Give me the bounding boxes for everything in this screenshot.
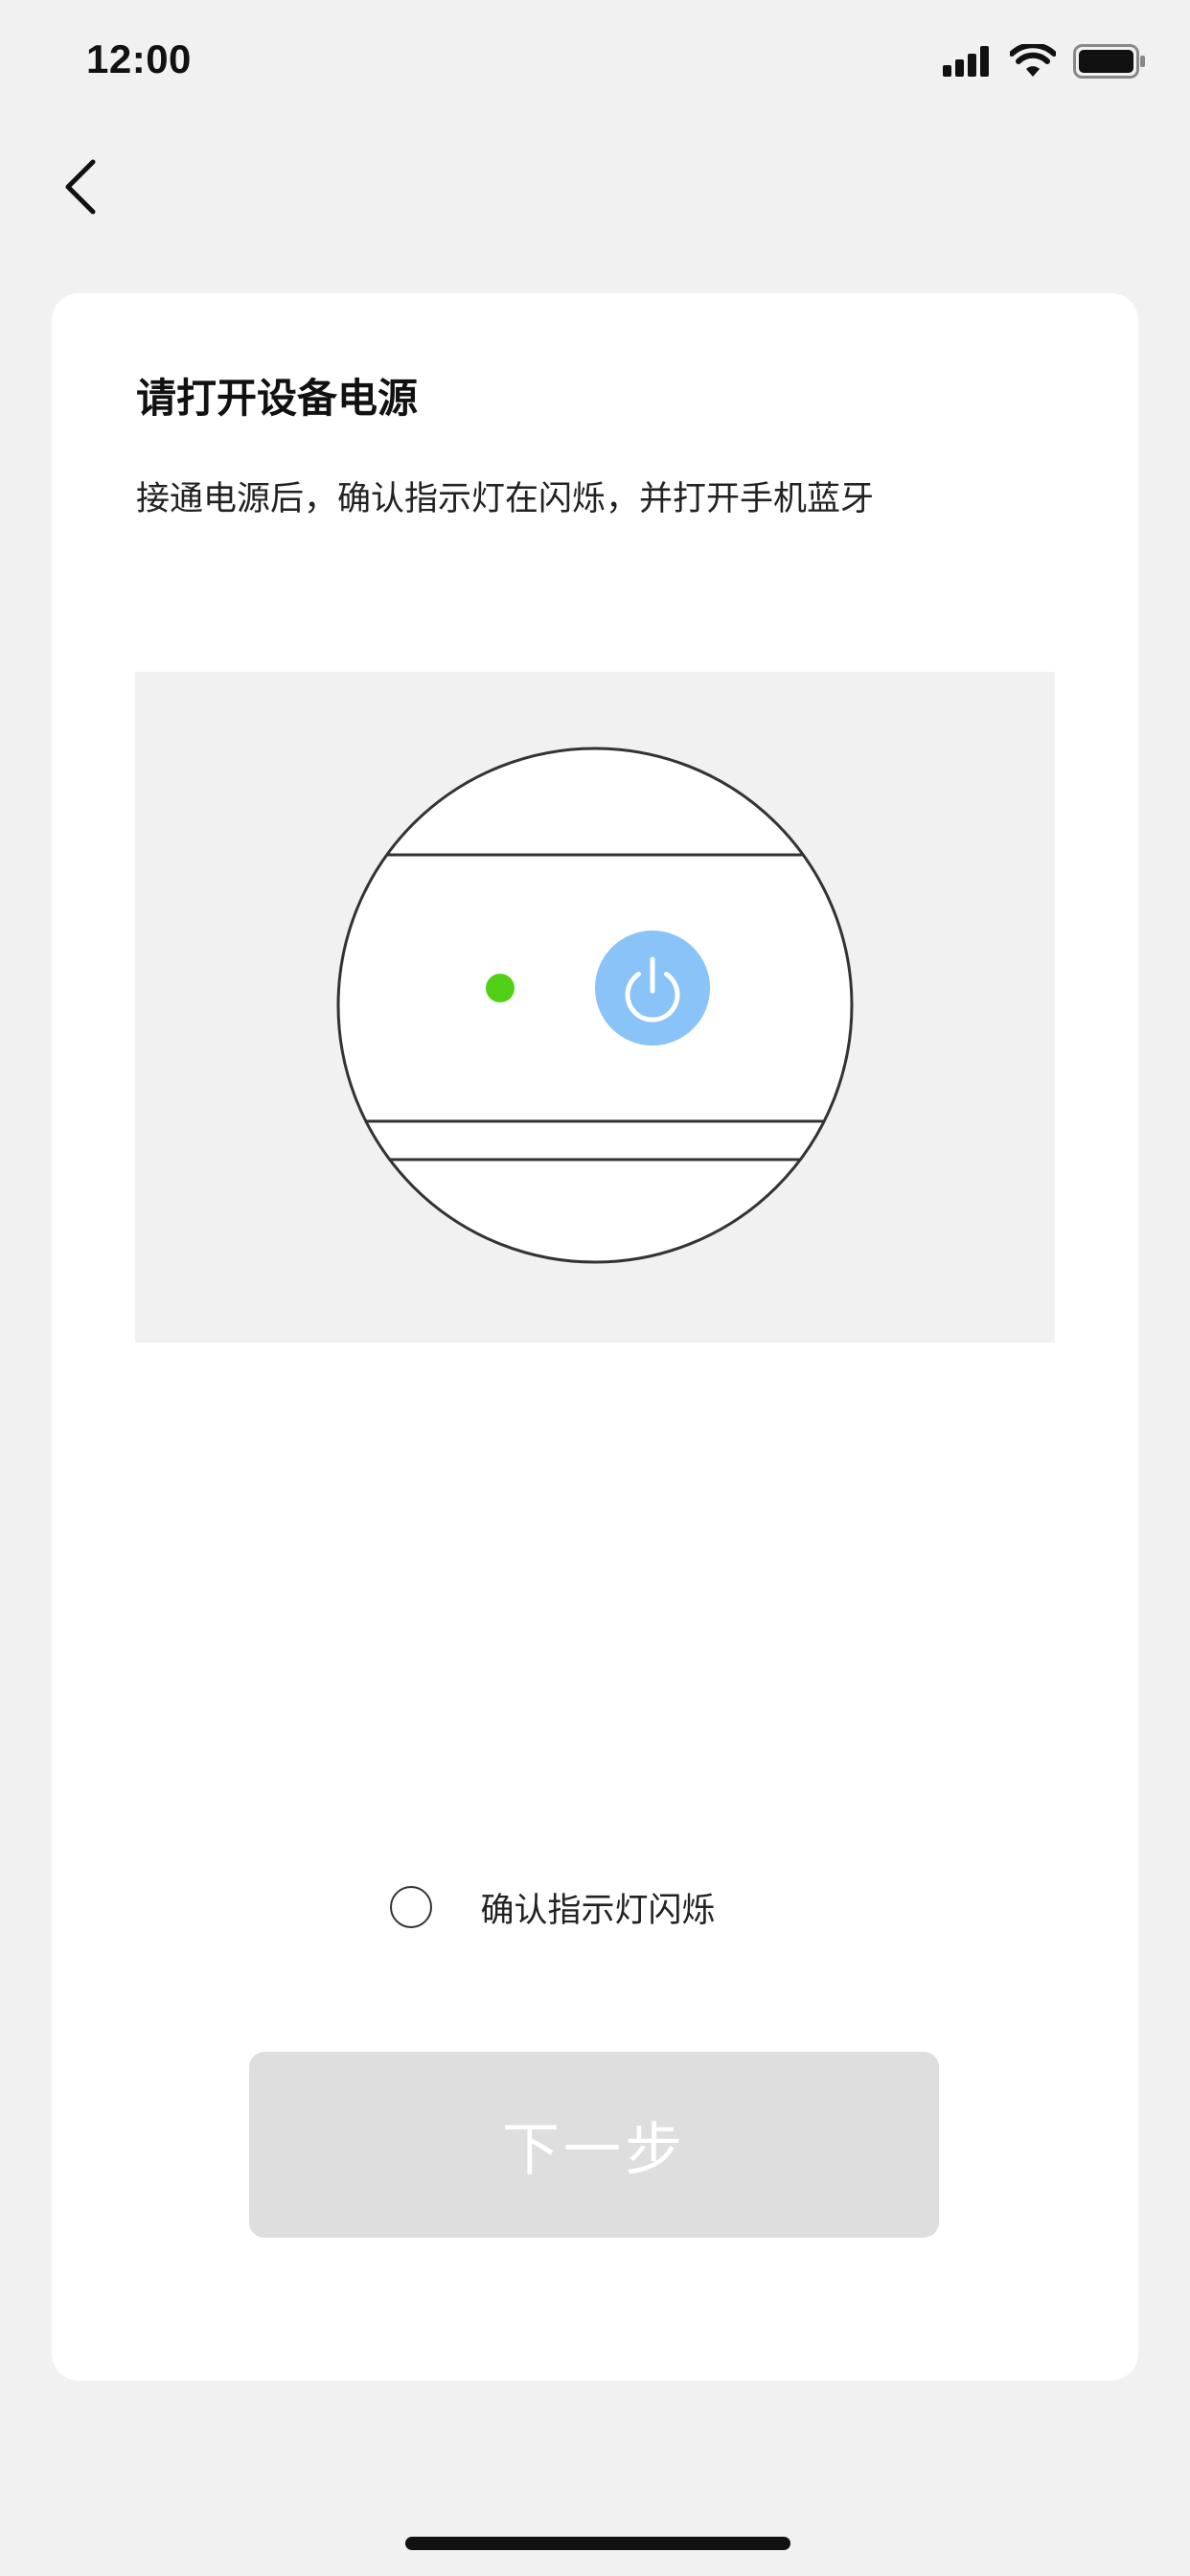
indicator-light [486, 974, 515, 1002]
status-time: 12:00 [86, 36, 192, 81]
battery-icon [1073, 44, 1145, 79]
page-title: 请打开设备电源 [136, 375, 419, 422]
confirm-radio[interactable] [390, 1886, 433, 1928]
home-indicator[interactable] [405, 2537, 790, 2550]
device-illustration [135, 672, 1055, 1343]
chevron-left-icon [65, 159, 96, 215]
next-step-button[interactable]: 下一步 [249, 2052, 939, 2238]
back-button[interactable] [52, 153, 109, 220]
status-icons [943, 42, 1146, 80]
status-bar: 12:00 [0, 0, 1190, 126]
confirm-indicator-row[interactable]: 确认指示灯闪烁 [52, 1878, 1138, 1936]
wifi-icon [1010, 44, 1056, 77]
instruction-text: 接通电源后，确认指示灯在闪烁，并打开手机蓝牙 [136, 480, 875, 518]
setup-card: 请打开设备电源 接通电源后，确认指示灯在闪烁，并打开手机蓝牙 确认指示灯闪烁 下… [52, 293, 1138, 2380]
device-illustration-graphic [336, 747, 854, 1264]
confirm-label[interactable]: 确认指示灯闪烁 [480, 1883, 715, 1932]
magnifier-circle [336, 747, 854, 1264]
cellular-signal-icon [943, 46, 989, 77]
